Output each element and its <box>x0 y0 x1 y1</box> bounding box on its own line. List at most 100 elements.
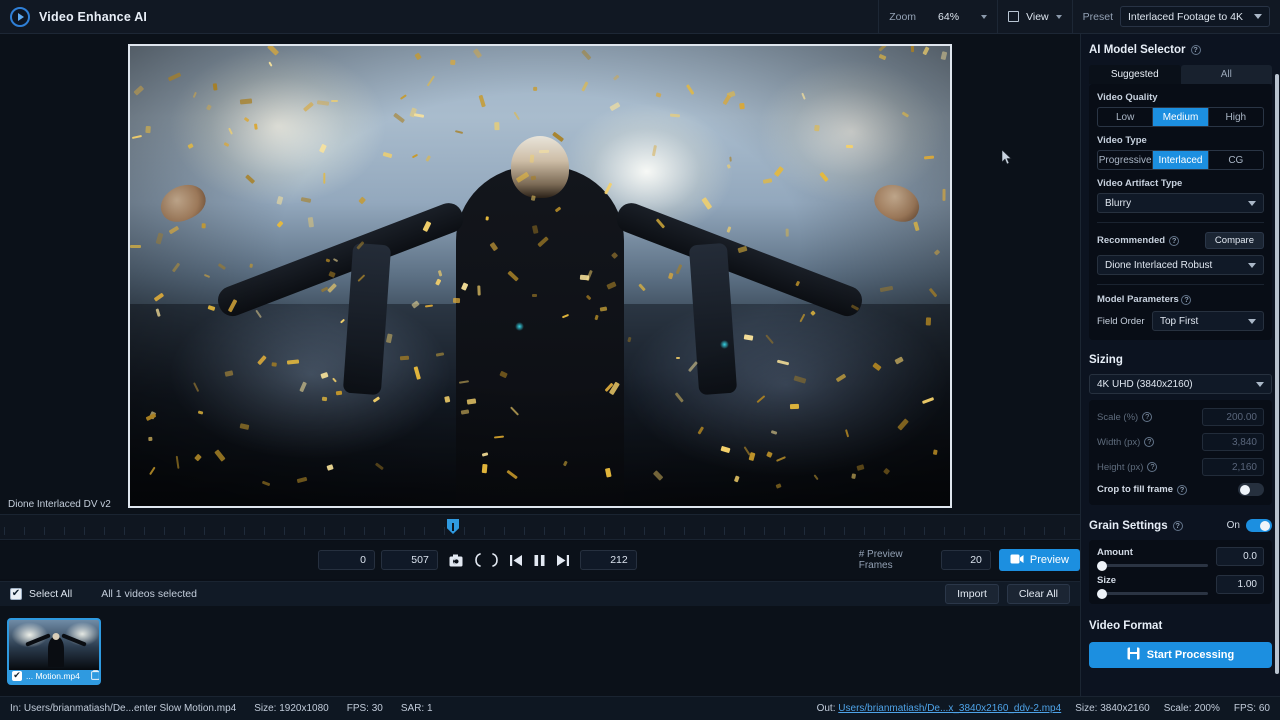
quality-high[interactable]: High <box>1209 108 1263 126</box>
start-processing-button[interactable]: Start Processing <box>1089 642 1272 668</box>
field-order-label: Field Order <box>1097 315 1145 327</box>
pause-icon[interactable] <box>534 554 545 567</box>
help-circle-icon[interactable]: ? <box>1181 294 1192 305</box>
help-circle-icon[interactable]: ? <box>1177 484 1188 495</box>
trash-icon[interactable] <box>91 667 99 684</box>
out-frame-input[interactable]: 507 <box>380 550 438 570</box>
type-interlaced[interactable]: Interlaced <box>1153 151 1209 169</box>
chevron-down-icon[interactable] <box>981 14 988 19</box>
select-all-checkbox[interactable]: ✔ <box>10 588 22 600</box>
help-circle-icon[interactable]: ? <box>1172 520 1183 531</box>
square-icon <box>1008 11 1020 22</box>
help-circle-icon[interactable]: ? <box>1190 45 1201 55</box>
sizing-preset-dropdown[interactable]: 4K UHD (3840x2160) <box>1089 374 1272 394</box>
type-cg[interactable]: CG <box>1209 151 1263 169</box>
output-size: Size: 3840x2160 <box>1075 703 1150 714</box>
filmstrip-item[interactable]: ✔ ... Motion.mp4 <box>7 618 101 685</box>
timeline-scrubber[interactable] <box>0 514 1085 540</box>
selection-bar: ✔ Select All All 1 videos selected Impor… <box>0 581 1080 606</box>
toolbar-right-group: Zoom 64% View Preset Interlaced Footage … <box>878 0 1280 34</box>
panel-scrollbar[interactable] <box>1275 74 1279 674</box>
width-row: Width (px) ? 3,840 <box>1097 433 1264 451</box>
model-parameters-text: Model Parameters <box>1097 294 1179 305</box>
camera-snapshot-icon[interactable] <box>449 554 463 567</box>
scale-value[interactable]: 200.00 <box>1202 408 1264 426</box>
zoom-control[interactable]: Zoom 64% <box>878 0 997 34</box>
zoom-value: 64% <box>938 10 960 23</box>
width-label: Width (px) <box>1097 436 1141 448</box>
width-label-group: Width (px) ? <box>1097 436 1155 448</box>
video-type-label: Video Type <box>1097 135 1147 146</box>
model-name-label: Dione Interlaced DV v2 <box>8 499 111 510</box>
quality-low[interactable]: Low <box>1098 108 1154 126</box>
output-path-link[interactable]: Users/brianmatiash/De...x_3840x2160_ddv-… <box>838 703 1061 714</box>
import-button[interactable]: Import <box>945 584 999 604</box>
set-out-point-icon[interactable] <box>492 553 499 567</box>
help-circle-icon[interactable]: ? <box>1169 235 1180 246</box>
grain-heading: Grain Settings <box>1089 519 1168 532</box>
help-circle-icon[interactable]: ? <box>1144 437 1155 447</box>
step-forward-icon[interactable] <box>556 554 569 567</box>
artifact-type-label: Video Artifact Type <box>1097 178 1183 189</box>
quality-medium[interactable]: Medium <box>1153 108 1209 126</box>
video-quality-segmented: Low Medium High <box>1097 107 1264 127</box>
ai-model-selector-heading: AI Model Selector <box>1089 44 1186 56</box>
video-frame-image <box>130 46 950 506</box>
chevron-down-icon <box>1256 381 1264 387</box>
preview-frames-label: # Preview Frames <box>858 549 903 571</box>
sizing-preset-value: 4K UHD (3840x2160) <box>1097 378 1193 390</box>
transport-controls: 0 507 212 # Preview Frames 20 Preview <box>0 541 1080 579</box>
crop-to-fill-toggle[interactable] <box>1238 483 1264 496</box>
help-circle-icon[interactable]: ? <box>1147 462 1158 472</box>
grain-toggle[interactable] <box>1246 519 1272 532</box>
tab-suggested[interactable]: Suggested <box>1089 65 1181 84</box>
tab-all[interactable]: All <box>1180 65 1272 84</box>
select-all-label: Select All <box>29 588 73 600</box>
thumbnail-label: ... Motion.mp4 <box>26 670 80 681</box>
preset-dropdown[interactable]: Interlaced Footage to 4K <box>1120 6 1270 27</box>
preset-control: Preset Interlaced Footage to 4K <box>1071 0 1280 34</box>
preview-frames-input[interactable]: 20 <box>941 550 991 570</box>
set-in-point-icon[interactable] <box>474 553 481 567</box>
height-label: Height (px) <box>1097 461 1144 473</box>
video-preview[interactable] <box>128 44 952 508</box>
video-type-segmented: Progressive Interlaced CG <box>1097 150 1264 170</box>
thumbnail-checkbox[interactable]: ✔ <box>12 670 22 681</box>
artifact-type-dropdown[interactable]: Blurry <box>1097 193 1264 213</box>
model-selector-tabs: Suggested All <box>1089 65 1272 84</box>
recommended-model-dropdown[interactable]: Dione Interlaced Robust <box>1097 255 1264 275</box>
grain-amount-value[interactable]: 0.0 <box>1216 547 1264 566</box>
step-backward-icon[interactable] <box>509 554 523 567</box>
chevron-down-icon <box>1248 318 1256 324</box>
width-value[interactable]: 3,840 <box>1202 433 1264 451</box>
grain-size-slider[interactable] <box>1097 588 1208 599</box>
input-path: Users/brianmatiash/De...enter Slow Motio… <box>23 703 237 714</box>
current-frame-input[interactable]: 212 <box>579 550 637 570</box>
selection-status: All 1 videos selected <box>101 588 197 600</box>
height-row: Height (px) ? 2,160 <box>1097 458 1264 476</box>
status-bar: In: Users/brianmatiash/De...enter Slow M… <box>0 696 1280 720</box>
preview-button[interactable]: Preview <box>998 549 1080 571</box>
video-preview-icon <box>1010 554 1024 567</box>
help-circle-icon[interactable]: ? <box>1142 412 1153 422</box>
chevron-down-icon[interactable] <box>1055 14 1062 19</box>
grain-size-value[interactable]: 1.00 <box>1216 575 1264 594</box>
output-fps: FPS: 60 <box>1233 703 1270 714</box>
height-value[interactable]: 2,160 <box>1202 458 1264 476</box>
preview-stage: Dione Interlaced DV v2 <box>0 34 1080 514</box>
save-disk-icon <box>1127 647 1140 663</box>
input-sar: SAR: 1 <box>400 703 433 714</box>
grain-header: Grain Settings ? On <box>1089 519 1272 532</box>
app-title: Video Enhance AI <box>39 9 148 24</box>
view-control[interactable]: View <box>997 0 1072 34</box>
settings-panel: AI Model Selector ? Suggested All Video … <box>1080 34 1280 696</box>
grain-amount-slider[interactable] <box>1097 560 1208 571</box>
in-frame-input[interactable]: 0 <box>318 550 375 570</box>
field-order-dropdown[interactable]: Top First <box>1152 311 1264 331</box>
grain-amount-label: Amount <box>1097 547 1133 558</box>
start-processing-label: Start Processing <box>1146 649 1235 661</box>
thumbnail-footer: ✔ ... Motion.mp4 <box>9 667 99 684</box>
compare-button[interactable]: Compare <box>1204 232 1264 249</box>
type-progressive[interactable]: Progressive <box>1098 151 1154 169</box>
clear-all-button[interactable]: Clear All <box>1006 584 1070 604</box>
